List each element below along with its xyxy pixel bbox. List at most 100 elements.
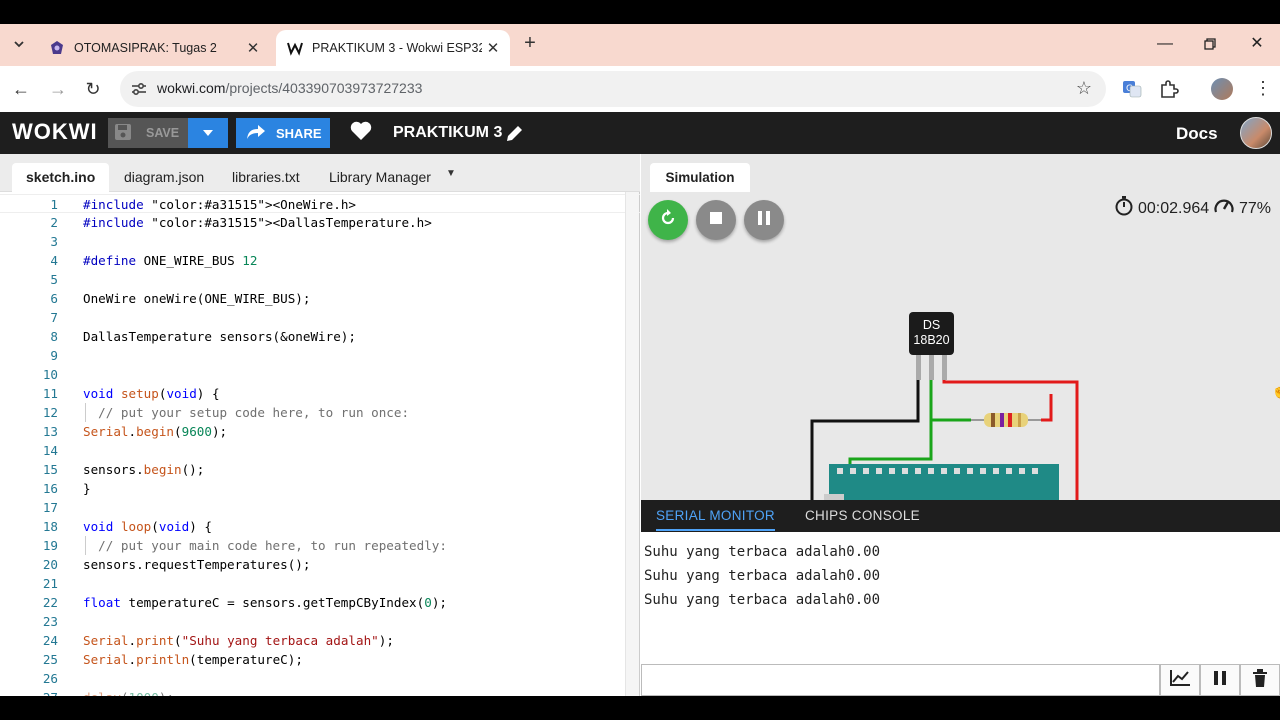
save-button[interactable]: SAVE xyxy=(108,118,188,148)
code-line[interactable]: 24 Serial.print("Suhu yang terbaca adalah… xyxy=(0,631,640,650)
line-number: 9 xyxy=(50,348,58,363)
clear-monitor-button[interactable] xyxy=(1240,664,1280,696)
code-line[interactable]: 9 xyxy=(0,346,640,365)
save-label: SAVE xyxy=(146,126,180,140)
reload-icon[interactable]: ↻ xyxy=(80,76,106,102)
wokwi-logo[interactable]: WOKWI xyxy=(12,119,98,145)
plotter-button[interactable] xyxy=(1160,664,1200,696)
code-line[interactable]: 22 float temperatureC = sensors.getTempCB… xyxy=(0,593,640,612)
tab-library-manager[interactable]: Library Manager xyxy=(315,163,445,192)
code-line[interactable]: 11 void setup(void) { xyxy=(0,384,640,403)
close-icon[interactable]: ✕ xyxy=(242,39,264,57)
chevron-down-icon xyxy=(13,38,25,53)
forward-icon[interactable]: → xyxy=(45,76,71,102)
code-line[interactable]: 15 sensors.begin(); xyxy=(0,460,640,479)
save-dropdown-button[interactable] xyxy=(188,118,228,148)
url-text[interactable]: wokwi.com/projects/403390703973727233 xyxy=(157,80,422,96)
line-text: void loop(void) { xyxy=(83,519,212,534)
code-line[interactable]: 6 OneWire oneWire(ONE_WIRE_BUS); xyxy=(0,289,640,308)
tab-search-button[interactable] xyxy=(6,32,32,58)
code-line[interactable]: 8 DallasTemperature sensors(&oneWire); xyxy=(0,327,640,346)
line-text: Serial.println(temperatureC); xyxy=(83,652,303,667)
address-bar[interactable]: wokwi.com/projects/403390703973727233 ☆ xyxy=(120,71,1106,107)
code-line[interactable]: 21 xyxy=(0,574,640,593)
tabs-dropdown-icon[interactable]: ▼ xyxy=(446,168,456,179)
line-text: #define ONE_WIRE_BUS 12 xyxy=(83,253,258,268)
avatar[interactable] xyxy=(1240,117,1272,149)
serial-input[interactable] xyxy=(641,664,1160,696)
serial-line: Suhu yang terbaca adalah0.00 xyxy=(644,592,881,608)
code-line[interactable]: 3 xyxy=(0,232,640,251)
star-icon[interactable]: ☆ xyxy=(1076,78,1092,99)
ds18b20-sensor[interactable]: DS 18B20 xyxy=(909,312,954,355)
puzzle-icon[interactable] xyxy=(1158,78,1180,100)
resistor-band xyxy=(1018,413,1021,427)
line-number: 1 xyxy=(50,197,58,212)
code-line[interactable]: 26 xyxy=(0,669,640,688)
line-number: 12 xyxy=(42,405,58,420)
resistor-band xyxy=(991,413,995,427)
sensor-label-line1: DS xyxy=(922,318,941,332)
line-number: 25 xyxy=(42,652,58,667)
back-icon[interactable]: ← xyxy=(8,76,34,102)
share-label: SHARE xyxy=(276,125,322,141)
code-line[interactable]: 13 Serial.begin(9600); xyxy=(0,422,640,441)
serial-line: Suhu yang terbaca adalah0.00 xyxy=(644,568,881,584)
code-line[interactable]: 19 // put your main code here, to run re… xyxy=(0,536,640,555)
code-line[interactable]: 23 xyxy=(0,612,640,631)
circuit-diagram[interactable] xyxy=(641,154,1280,500)
profile-icon[interactable] xyxy=(1211,78,1233,100)
wokwi-header: WOKWI SAVE SHARE PRAKTIKUM 3 Docs xyxy=(0,112,1280,154)
line-text: OneWire oneWire(ONE_WIRE_BUS); xyxy=(83,291,311,306)
tab-title: OTOMASIPRAK: Tugas 2 xyxy=(74,41,217,55)
plus-icon[interactable]: + xyxy=(518,32,542,56)
tab-serial-monitor[interactable]: SERIAL MONITOR xyxy=(656,508,775,531)
project-title[interactable]: PRAKTIKUM 3 xyxy=(393,124,502,142)
code-line[interactable]: 16} xyxy=(0,479,640,498)
code-line[interactable]: 14 xyxy=(0,441,640,460)
code-line[interactable]: 1 #include "color:#a31515"><OneWire.h> xyxy=(0,194,640,213)
code-line[interactable]: 20 sensors.requestTemperatures(); xyxy=(0,555,640,574)
tab-chips-console[interactable]: CHIPS CONSOLE xyxy=(805,508,920,523)
code-line[interactable]: 10 xyxy=(0,365,640,384)
sensor-pin-data xyxy=(929,354,934,380)
editor-scrollbar[interactable] xyxy=(625,192,639,696)
caret-down-icon xyxy=(202,124,214,142)
restore-icon[interactable] xyxy=(1190,32,1230,56)
tab-sketch-ino[interactable]: sketch.ino xyxy=(12,163,110,192)
pause-monitor-button[interactable] xyxy=(1200,664,1240,696)
browser-window: OTOMASIPRAK: Tugas 2 ✕ PRAKTIKUM 3 - Wok… xyxy=(0,24,1280,696)
heart-icon[interactable] xyxy=(350,121,372,143)
minimize-icon[interactable]: — xyxy=(1145,32,1185,56)
line-number: 11 xyxy=(42,386,58,401)
browser-tab-praktikum[interactable]: PRAKTIKUM 3 - Wokwi ESP32, S ✕ xyxy=(276,30,510,66)
close-icon[interactable]: ✕ xyxy=(482,39,504,57)
translate-icon[interactable]: G xyxy=(1121,78,1143,100)
code-line[interactable]: 27 delay(1000); xyxy=(0,688,640,696)
more-vert-icon[interactable]: ⋮ xyxy=(1252,78,1274,100)
code-line[interactable]: 7 xyxy=(0,308,640,327)
code-line[interactable]: 25 Serial.println(temperatureC); xyxy=(0,650,640,669)
line-number: 27 xyxy=(0,688,58,696)
code-line[interactable]: 18 void loop(void) { xyxy=(0,517,640,536)
code-line[interactable]: 17 xyxy=(0,498,640,517)
line-text: #include "color:#a31515"><DallasTemperat… xyxy=(83,215,432,230)
site-settings-icon[interactable] xyxy=(130,80,148,98)
share-button[interactable]: SHARE xyxy=(236,118,330,148)
code-line[interactable]: 4 #define ONE_WIRE_BUS 12 xyxy=(0,251,640,270)
tab-libraries-txt[interactable]: libraries.txt xyxy=(218,163,314,192)
tab-diagram-json[interactable]: diagram.json xyxy=(110,163,218,192)
line-number: 2 xyxy=(50,215,58,230)
line-number: 21 xyxy=(42,576,58,591)
line-text: } xyxy=(83,481,91,496)
code-line[interactable]: 12 // put your setup code here, to run o… xyxy=(0,403,640,422)
code-line[interactable]: 2 #include "color:#a31515"><DallasTempera… xyxy=(0,213,640,232)
code-line[interactable]: 5 xyxy=(0,270,640,289)
line-text: // put your main code here, to run repea… xyxy=(83,538,447,553)
tab-title: PRAKTIKUM 3 - Wokwi ESP32, S xyxy=(312,41,482,55)
close-window-icon[interactable]: ✕ xyxy=(1237,32,1277,56)
code-area[interactable]: 1 #include "color:#a31515"><OneWire.h> 2 #i… xyxy=(0,192,640,696)
pencil-icon[interactable] xyxy=(504,124,524,144)
browser-tab-otomasiprak[interactable]: OTOMASIPRAK: Tugas 2 ✕ xyxy=(38,30,270,66)
docs-link[interactable]: Docs xyxy=(1176,124,1218,144)
